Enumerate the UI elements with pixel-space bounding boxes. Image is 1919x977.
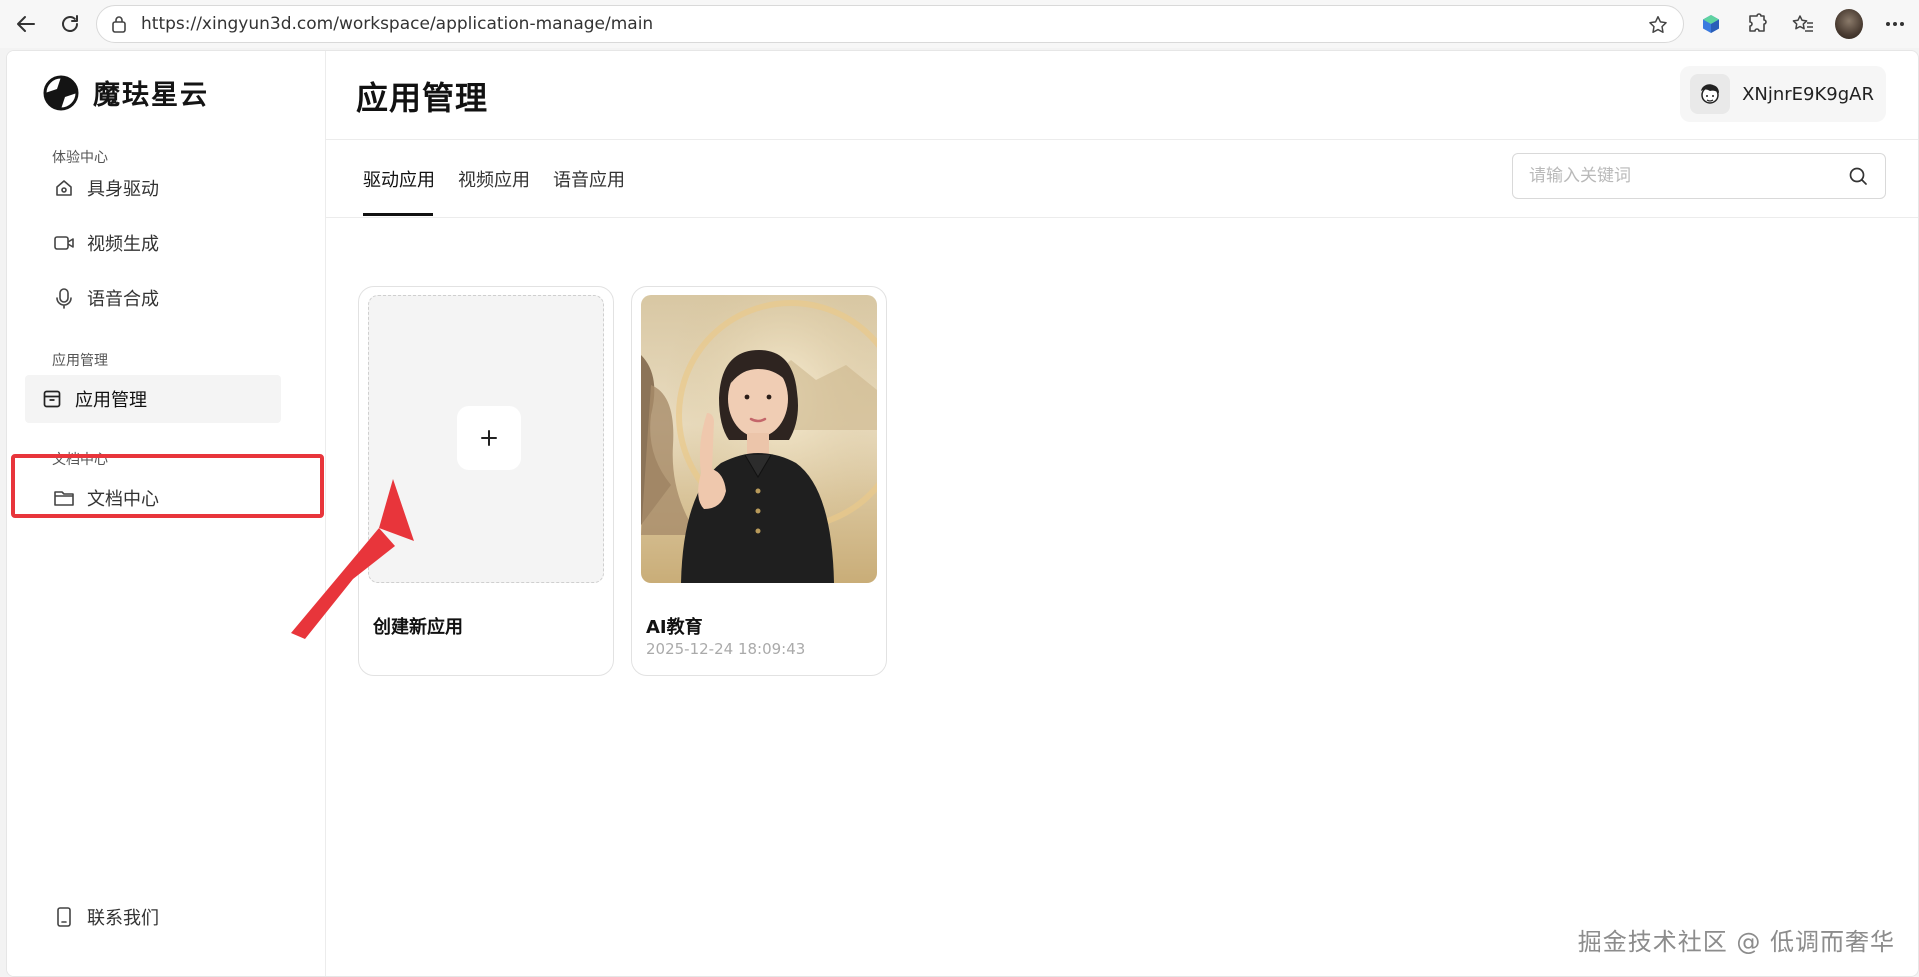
brand-name: 魔珐星云 (93, 80, 209, 111)
sidebar-item-label: 语音合成 (87, 289, 159, 310)
avatar (1690, 74, 1731, 114)
sidebar-item-label: 视频生成 (87, 234, 159, 255)
app-window: 魔珐星云 体验中心 具身驱动 视频生成 语音合成 应用管理 应用管理 文档中心 … (6, 50, 1919, 977)
app-box-icon (41, 388, 63, 410)
active-tab-indicator (363, 213, 433, 216)
app-card[interactable]: AI教育 2025-12-24 18:09:43 (631, 286, 887, 676)
address-bar[interactable]: https://xingyun3d.com/workspace/applicat… (96, 5, 1684, 43)
section-label-app-manage: 应用管理 (52, 353, 108, 369)
reload-icon[interactable] (52, 6, 88, 42)
search-input[interactable] (1527, 165, 1845, 187)
search-box[interactable] (1512, 153, 1886, 199)
sidebar-item-label: 应用管理 (75, 390, 147, 411)
user-menu[interactable]: XNjnrE9K9gAR (1680, 66, 1886, 122)
sidebar-item-app-manage[interactable]: 应用管理 (25, 375, 281, 423)
home-icon (53, 177, 75, 199)
microphone-icon (53, 287, 75, 309)
profile-avatar-icon[interactable] (1835, 9, 1863, 39)
browser-toolbar: https://xingyun3d.com/workspace/applicat… (0, 0, 1919, 48)
highlight-annotation-box (11, 454, 324, 518)
app-thumbnail (641, 295, 877, 583)
tab-bar: 驱动应用 视频应用 语音应用 (326, 140, 1918, 218)
main-content: 应用管理 XNjnrE9K9gAR 驱动应用 视频应用 语音应用 请输入关键词 … (326, 51, 1918, 976)
card-timestamp: 2025-12-24 18:09:43 (646, 640, 806, 658)
favorites-list-icon[interactable] (1789, 10, 1817, 38)
page-title: 应用管理 (356, 79, 489, 117)
tab-drive-apps[interactable]: 驱动应用 (363, 166, 435, 192)
create-app-card[interactable]: 创建新应用 (358, 286, 614, 676)
card-title: AI教育 (646, 617, 703, 638)
tab-video-apps[interactable]: 视频应用 (458, 166, 530, 192)
watermark-text: 掘金技术社区 @ 低调而奢华 (1577, 928, 1895, 956)
sidebar-item-label: 具身驱动 (87, 179, 159, 200)
user-name: XNjnrE9K9gAR (1742, 83, 1874, 105)
brand-mark-icon (43, 75, 79, 110)
sidebar-item-label: 联系我们 (87, 908, 159, 929)
card-title: 创建新应用 (373, 617, 463, 638)
extension-cube-icon[interactable] (1697, 10, 1725, 38)
page-header: 应用管理 XNjnrE9K9gAR (326, 51, 1918, 140)
more-menu-icon[interactable] (1881, 10, 1909, 38)
url-text[interactable]: https://xingyun3d.com/workspace/applicat… (141, 14, 653, 34)
create-app-dropzone[interactable] (368, 295, 604, 583)
lock-icon[interactable] (109, 14, 129, 34)
extensions-puzzle-icon[interactable] (1743, 10, 1771, 38)
sidebar-item-speech-synthesis[interactable]: 语音合成 (37, 274, 309, 322)
sidebar-item-video-generation[interactable]: 视频生成 (37, 219, 309, 267)
sidebar-item-embodied-drive[interactable]: 具身驱动 (37, 164, 309, 212)
sidebar-item-contact-us[interactable]: 联系我们 (37, 893, 309, 941)
plus-icon (481, 430, 497, 446)
add-app-button[interactable] (457, 406, 521, 470)
video-icon (53, 232, 75, 254)
favorite-star-icon[interactable] (1647, 14, 1669, 40)
tab-voice-apps[interactable]: 语音应用 (553, 166, 625, 192)
phone-icon (53, 906, 75, 928)
brand-logo[interactable]: 魔珐星云 (43, 73, 209, 112)
back-arrow-icon[interactable] (8, 6, 44, 42)
search-icon[interactable] (1845, 163, 1871, 189)
